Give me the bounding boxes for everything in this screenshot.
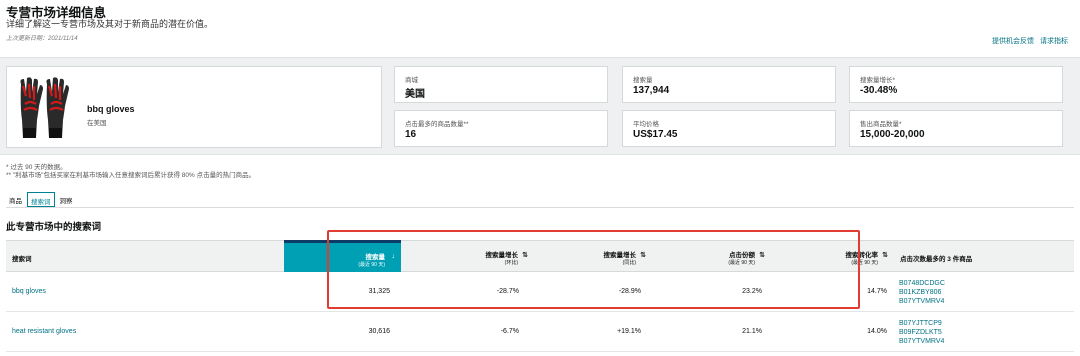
growth-mom-value: -6.7% [500,328,519,335]
summary-band: bbq gloves 在美国 商城 美国 搜索量 137,944 搜索量增长* … [0,57,1080,155]
search-volume-value: 30,616 [368,328,390,335]
asin-link[interactable]: B07YTVMRV4 [899,337,944,346]
col-search-term: 搜索词 [6,241,284,273]
keyword-link[interactable]: heat resistant gloves [12,312,76,352]
top-products-list: B07YJTTCP9 B09FZDLKT5 B07YTVMRV4 [899,319,944,346]
feedback-link[interactable]: 提供机会反馈 [992,38,1034,45]
asin-link[interactable]: B07YJTTCP9 [899,319,944,328]
request-metrics-link[interactable]: 请求指标 [1040,38,1068,45]
click-share-value: 21.1% [742,328,762,335]
metric-value: 15,000-20,000 [860,129,925,140]
asin-link[interactable]: B0748DCDGC [899,279,945,288]
last-updated: 上次更新日期：2021/11/14 [6,36,78,42]
metric-marketplace: 商城 美国 [394,66,608,103]
footnote-niche-definition: ** "利基市场"包括买家在利基市场输入任意搜索词后累计获得 80% 点击量的热… [6,172,256,179]
tab-bar: 商品 搜索词 洞察 [6,192,78,207]
growth-yoy-value: +19.1% [617,328,641,335]
header-links: 提供机会反馈 请求指标 [988,36,1068,46]
conversion-value: 14.0% [867,328,887,335]
metric-label: 搜索量增长* [860,77,896,84]
tab-insights[interactable]: 洞察 [57,192,76,207]
sort-toggle-icon: ⇅ [882,252,888,259]
metric-value: US$17.45 [633,129,678,140]
metric-label: 搜索量 [633,77,653,84]
metric-label: 点击最多的商品数量** [405,121,469,128]
metric-search-volume: 搜索量 137,944 [622,66,836,103]
bbq-gloves-image [20,77,69,138]
metric-label: 平均价格 [633,121,659,128]
page-subtitle: 详细了解这一专营市场及其对于新商品的潜在价值。 [6,19,214,29]
asin-link[interactable]: B07YTVMRV4 [899,297,945,306]
metric-value: 16 [405,129,417,140]
asin-link[interactable]: B09FZDLKT5 [899,328,944,337]
section-title: 此专营市场中的搜索词 [6,222,102,233]
metric-value: 137,944 [633,85,670,96]
keyword-link[interactable]: bbq gloves [12,272,46,312]
highlight-annotation-box [327,230,860,309]
metric-label: 商城 [405,77,418,84]
metric-label: 售出商品数量* [860,121,902,128]
tab-products[interactable]: 商品 [6,192,25,207]
metric-value: 美国 [405,89,425,100]
product-card: bbq gloves 在美国 [6,66,382,148]
top-products-list: B0748DCDGC B01KZBY806 B07YTVMRV4 [899,279,945,306]
tab-search-terms[interactable]: 搜索词 [27,192,55,207]
metric-top-clicked-count: 点击最多的商品数量** 16 [394,110,608,147]
metric-units-sold: 售出商品数量* 15,000-20,000 [849,110,1063,147]
column-label: 点击次数最多的 3 件商品 [900,256,973,263]
col-top-products: 点击次数最多的 3 件商品 [894,241,1074,273]
product-name: bbq gloves [87,104,135,114]
column-label: 搜索词 [12,256,32,263]
metric-search-growth: 搜索量增长* -30.48% [849,66,1063,103]
metric-value: -30.48% [860,85,898,96]
tab-divider [6,207,1074,208]
asin-link[interactable]: B01KZBY806 [899,288,945,297]
product-market: 在美国 [87,120,107,127]
metric-average-price: 平均价格 US$17.45 [622,110,836,147]
table-row: heat resistant gloves 30,616 -6.7% +19.1… [6,312,1074,352]
